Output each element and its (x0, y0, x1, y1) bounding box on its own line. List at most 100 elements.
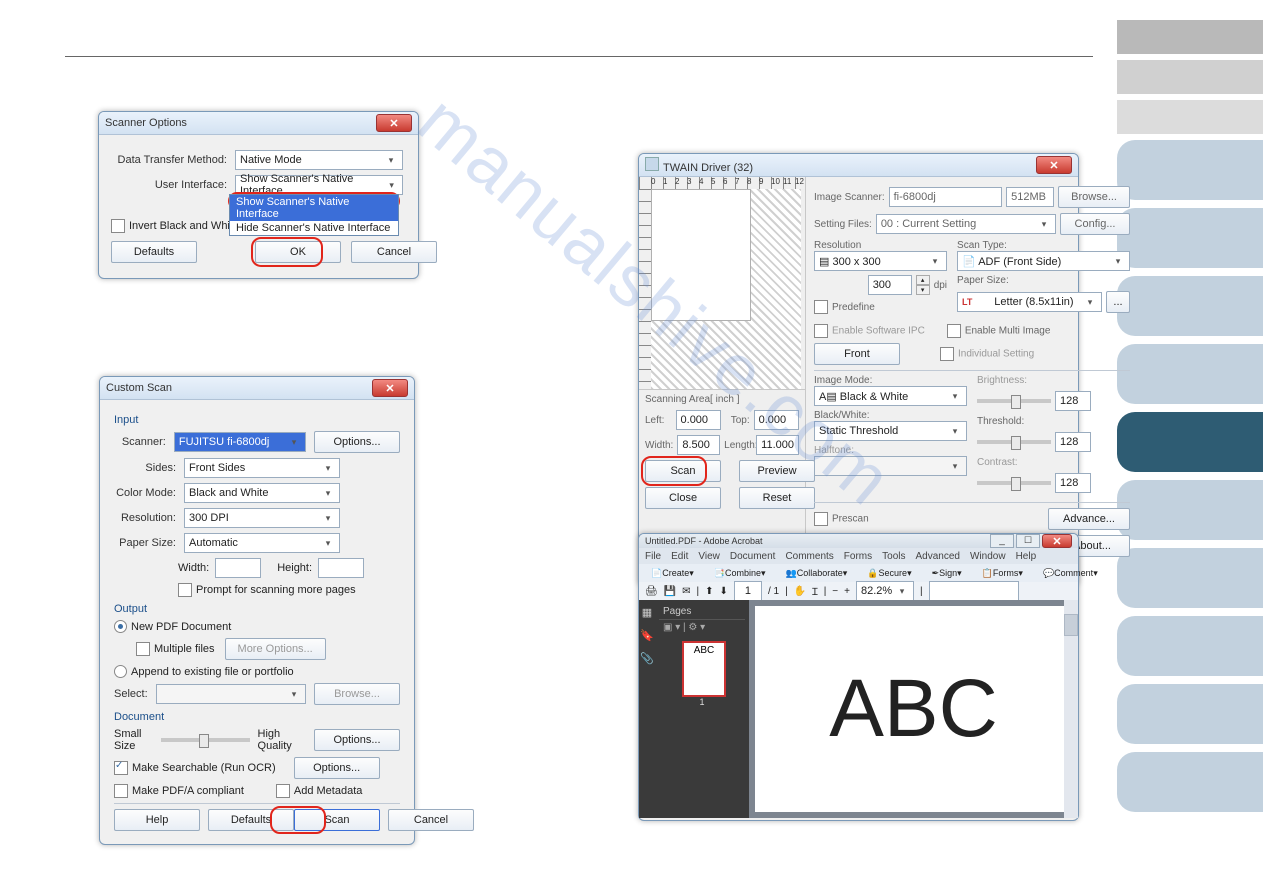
scanner-combo[interactable]: FUJITSU fi-6800dj▾ (174, 432, 306, 452)
menu-edit[interactable]: Edit (671, 551, 688, 562)
scantype-combo[interactable]: 📄 ADF (Front Side)▾ (957, 251, 1130, 271)
sides-combo[interactable]: Front Sides▾ (184, 458, 340, 478)
multi-check[interactable] (947, 324, 961, 338)
select-icon[interactable]: Ɪ (812, 584, 818, 598)
scan-button[interactable]: Scan (645, 460, 721, 482)
options-button[interactable]: Options... (314, 729, 400, 751)
tab-active[interactable] (1117, 412, 1263, 472)
menu-advanced[interactable]: Advanced (916, 551, 960, 562)
reset-button[interactable]: Reset (739, 487, 815, 509)
spin-up[interactable]: ▴ (916, 275, 930, 285)
secure-button[interactable]: 🔒 Secure ▾ (861, 566, 917, 580)
menu-forms[interactable]: Forms (844, 551, 872, 562)
zoom-out-icon[interactable]: − (832, 586, 838, 597)
hand-icon[interactable]: ✋ (794, 586, 806, 597)
bookmarks-tab-icon[interactable]: 🔖 (640, 629, 654, 642)
tab-stub[interactable] (1117, 752, 1263, 812)
prescan-check[interactable] (814, 512, 828, 526)
page-input[interactable]: 1 (734, 581, 762, 601)
menu-window[interactable]: Window (970, 551, 1006, 562)
combine-button[interactable]: 📑 Combine ▾ (708, 566, 772, 580)
prev-page-icon[interactable]: ⬆ (705, 586, 713, 597)
imagemode-combo[interactable]: A▤ Black & White▾ (814, 386, 967, 406)
cancel-button[interactable]: Cancel (351, 241, 437, 263)
dropdown-option-selected[interactable]: Show Scanner's Native Interface (230, 195, 398, 221)
menu-view[interactable]: View (698, 551, 720, 562)
zoom-combo[interactable]: 82.2%▾ (856, 581, 914, 601)
left-input[interactable]: 0.000 (676, 410, 721, 430)
height-input[interactable] (318, 558, 364, 578)
minimize-icon[interactable]: _ (990, 534, 1014, 548)
config-button[interactable]: Config... (1060, 213, 1130, 235)
newpdf-radio[interactable] (114, 620, 127, 633)
top-input[interactable]: 0.000 (754, 410, 799, 430)
close-icon[interactable]: ✕ (1042, 534, 1072, 548)
menu-file[interactable]: File (645, 551, 661, 562)
append-radio[interactable] (114, 665, 127, 678)
tab-stub[interactable] (1117, 276, 1263, 336)
find-input[interactable] (929, 581, 1019, 601)
ok-button[interactable]: OK (255, 241, 341, 263)
options-button[interactable]: Options... (314, 431, 400, 453)
menu-document[interactable]: Document (730, 551, 776, 562)
front-tab[interactable]: Front (814, 343, 900, 365)
defaults-button[interactable]: Defaults (208, 809, 294, 831)
tab-stub[interactable] (1117, 684, 1263, 744)
threshold-slider[interactable] (977, 440, 1051, 444)
comment-button[interactable]: 💬 Comment ▾ (1037, 566, 1104, 580)
next-page-icon[interactable]: ⬇ (720, 586, 728, 597)
tab-stub[interactable] (1117, 140, 1263, 200)
scan-button[interactable]: Scan (294, 809, 380, 831)
vertical-scrollbar[interactable] (1064, 600, 1078, 818)
ocr-checkbox[interactable] (114, 761, 128, 775)
tab-stub[interactable] (1117, 100, 1263, 134)
menu-comments[interactable]: Comments (785, 551, 833, 562)
browse-button[interactable]: Browse... (1058, 186, 1130, 208)
tab-stub[interactable] (1117, 60, 1263, 94)
help-button[interactable]: Help (114, 809, 200, 831)
cancel-button[interactable]: Cancel (388, 809, 474, 831)
sign-button[interactable]: ✒ Sign ▾ (926, 566, 968, 580)
save-icon[interactable]: 💾 (664, 586, 676, 597)
maximize-icon[interactable]: ☐ (1016, 534, 1040, 548)
width-input[interactable] (215, 558, 261, 578)
resolution-combo[interactable]: 300 DPI▾ (184, 508, 340, 528)
pdfa-checkbox[interactable] (114, 784, 128, 798)
transfer-combo[interactable]: Native Mode▾ (235, 150, 403, 170)
preview-button[interactable]: Preview (739, 460, 815, 482)
paper-combo[interactable]: Automatic▾ (184, 533, 340, 553)
pages-tab-icon[interactable]: ▦ (642, 606, 652, 619)
color-combo[interactable]: Black and White▾ (184, 483, 340, 503)
print-icon[interactable]: 🖨 (645, 586, 658, 597)
bw-combo[interactable]: Static Threshold▾ (814, 421, 967, 441)
close-icon[interactable]: ✕ (376, 114, 412, 132)
menu-tools[interactable]: Tools (882, 551, 905, 562)
create-button[interactable]: 📄 Create ▾ (645, 566, 700, 580)
close-icon[interactable]: ✕ (372, 379, 408, 397)
multiple-checkbox[interactable] (136, 642, 150, 656)
tab-stub[interactable] (1117, 208, 1263, 268)
quality-slider[interactable] (161, 738, 250, 742)
resolution-combo[interactable]: ▤ 300 x 300▾ (814, 251, 947, 271)
paper-more-button[interactable]: ... (1106, 291, 1130, 313)
setting-files-combo[interactable]: 00 : Current Setting▾ (876, 214, 1056, 234)
invert-checkbox[interactable] (111, 219, 125, 233)
close-button[interactable]: Close (645, 487, 721, 509)
tab-stub[interactable] (1117, 20, 1263, 54)
dpi-input[interactable]: 300 (868, 275, 912, 295)
zoom-in-icon[interactable]: + (844, 586, 850, 597)
tab-stub[interactable] (1117, 616, 1263, 676)
length-input[interactable]: 11.000 (756, 435, 799, 455)
defaults-button[interactable]: Defaults (111, 241, 197, 263)
prompt-checkbox[interactable] (178, 583, 192, 597)
forms-button[interactable]: 📋 Forms ▾ (976, 566, 1029, 580)
advance-button[interactable]: Advance... (1048, 508, 1130, 530)
width-input[interactable]: 8.500 (677, 435, 720, 455)
attachments-tab-icon[interactable]: 📎 (640, 652, 654, 665)
dropdown-option[interactable]: Hide Scanner's Native Interface (230, 221, 398, 235)
spin-down[interactable]: ▾ (916, 285, 930, 295)
mail-icon[interactable]: ✉ (682, 586, 690, 597)
collaborate-button[interactable]: 👥 Collaborate ▾ (780, 566, 854, 580)
close-icon[interactable]: ✕ (1036, 156, 1072, 174)
meta-checkbox[interactable] (276, 784, 290, 798)
